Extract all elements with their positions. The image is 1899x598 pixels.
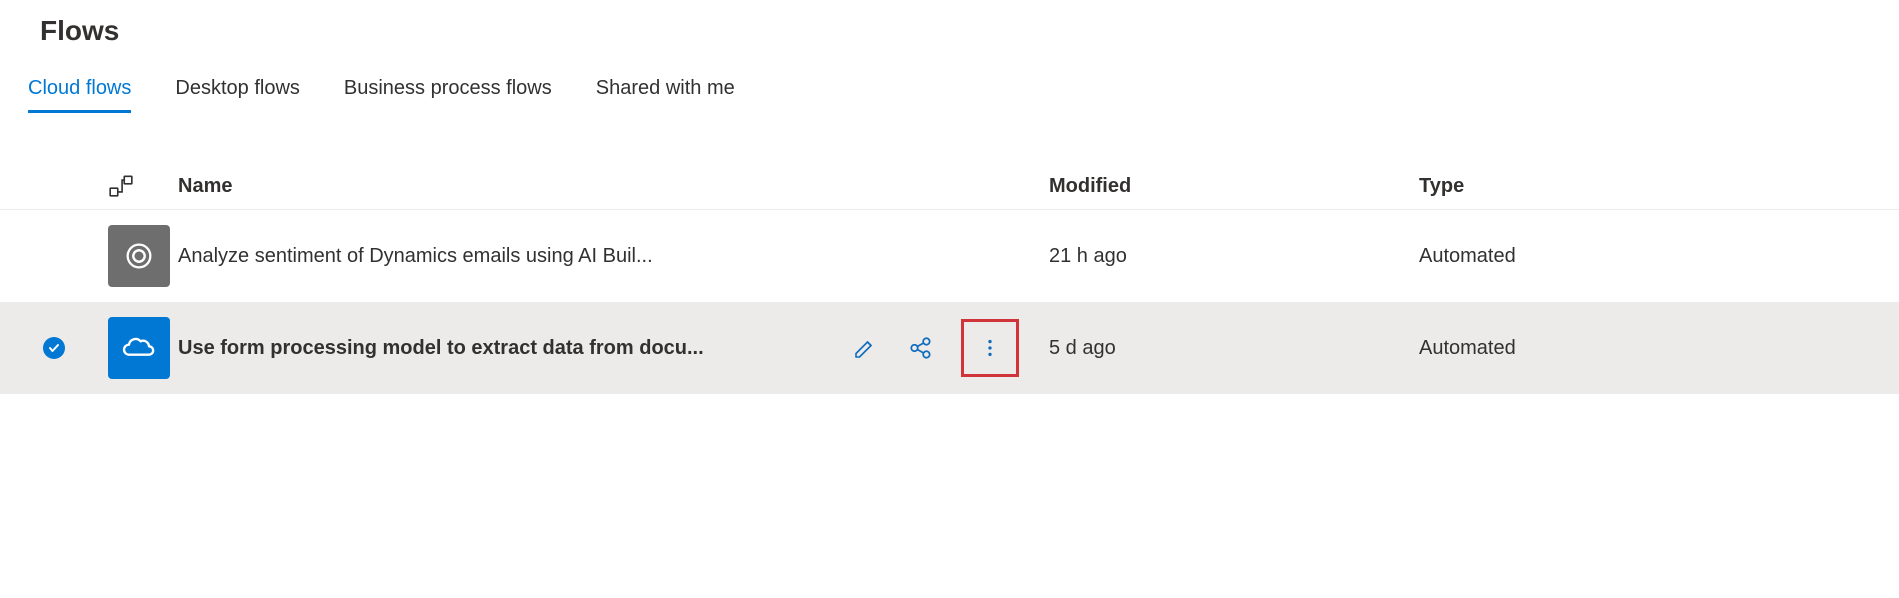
flow-modified: 21 h ago	[1049, 245, 1419, 268]
column-header-type[interactable]: Type	[1419, 175, 1899, 198]
flow-type: Automated	[1419, 245, 1899, 268]
checkmark-icon	[43, 337, 65, 359]
flows-table: Name Modified Type Analyze sentiment of …	[0, 163, 1899, 394]
flow-name[interactable]: Use form processing model to extract dat…	[178, 337, 704, 360]
table-row[interactable]: Use form processing model to extract dat…	[0, 302, 1899, 394]
tab-shared-with-me[interactable]: Shared with me	[596, 77, 735, 112]
tab-desktop-flows[interactable]: Desktop flows	[175, 77, 300, 112]
column-header-name[interactable]: Name	[178, 175, 849, 198]
table-row[interactable]: Analyze sentiment of Dynamics emails usi…	[0, 210, 1899, 302]
more-vertical-icon	[979, 337, 1001, 359]
tabs: Cloud flows Desktop flows Business proce…	[28, 77, 1899, 113]
pencil-icon	[853, 336, 877, 360]
flow-type-icon-header	[108, 173, 178, 199]
flow-modified: 5 d ago	[1049, 337, 1419, 360]
dynamics-icon	[108, 225, 170, 287]
table-header: Name Modified Type	[0, 163, 1899, 210]
tab-cloud-flows[interactable]: Cloud flows	[28, 77, 131, 112]
tab-business-process-flows[interactable]: Business process flows	[344, 77, 552, 112]
share-button[interactable]	[905, 332, 937, 364]
flow-name[interactable]: Analyze sentiment of Dynamics emails usi…	[178, 245, 653, 268]
column-header-modified[interactable]: Modified	[1049, 175, 1419, 198]
share-icon	[908, 335, 934, 361]
edit-button[interactable]	[849, 332, 881, 364]
page-title: Flows	[40, 15, 1899, 47]
flow-type: Automated	[1419, 337, 1899, 360]
more-button[interactable]	[974, 332, 1006, 364]
more-button-highlight	[961, 319, 1019, 377]
onedrive-icon	[108, 317, 170, 379]
row-select[interactable]	[0, 337, 108, 359]
